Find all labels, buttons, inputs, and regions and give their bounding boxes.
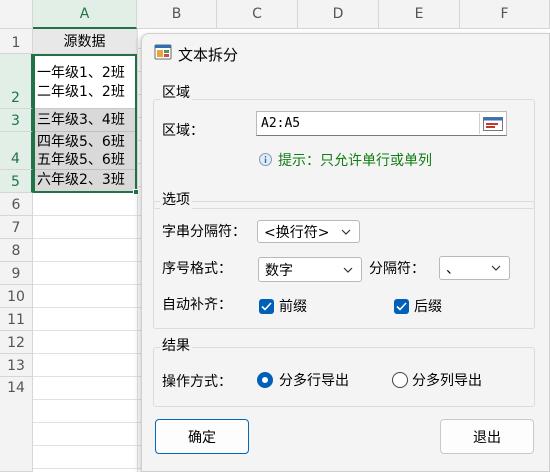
- number-format-select-value: 数字: [265, 262, 293, 279]
- delimiter-select[interactable]: 、: [439, 256, 510, 280]
- cell-a2-line-1: 一年级1、2班: [37, 65, 125, 81]
- separator-select-value: <换行符>: [264, 224, 330, 241]
- cell-a2-text: 一年级1、2班 二年级1、2班: [37, 64, 125, 102]
- app-icon: [154, 43, 172, 65]
- info-icon: [259, 151, 272, 170]
- cell-a1[interactable]: 源数据: [33, 29, 137, 54]
- cell-a4[interactable]: 四年级5、6班 五年级5、6班: [35, 132, 135, 170]
- operation-label: 操作方式：: [162, 374, 232, 390]
- region-label: 区域：: [162, 123, 204, 139]
- fill-handle[interactable]: [133, 189, 139, 195]
- select-all-corner[interactable]: [0, 0, 33, 29]
- chevron-down-icon: [489, 261, 503, 275]
- row-header-4[interactable]: 4: [0, 132, 33, 170]
- cell-a2[interactable]: 一年级1、2班 二年级1、2班: [35, 56, 135, 109]
- result-group-label: 结果: [160, 335, 192, 355]
- grid-line-col-b: [137, 29, 138, 472]
- number-format-select[interactable]: 数字: [258, 257, 362, 282]
- separator-label: 字串分隔符：: [162, 224, 246, 240]
- row-header-14[interactable]: 14: [0, 377, 33, 472]
- number-format-label: 序号格式：: [162, 261, 232, 277]
- prefix-label[interactable]: 前缀: [279, 296, 307, 316]
- row-header-5[interactable]: 5: [0, 170, 33, 193]
- radio-cols-label[interactable]: 分多列导出: [412, 370, 482, 390]
- row-header-1[interactable]: 1: [0, 29, 33, 54]
- chevron-down-icon: [339, 225, 353, 239]
- text-split-dialog: 文本拆分 区域 区域： A2:A5 提示：只允许单行或单列 选项 字串分隔符： …: [141, 33, 550, 472]
- cell-a2-line-2: 二年级1、2班: [37, 84, 125, 100]
- row-header-12[interactable]: 12: [0, 331, 33, 354]
- row-header-11[interactable]: 11: [0, 308, 33, 331]
- checkmark-icon: [396, 302, 407, 311]
- range-select-icon: [482, 116, 503, 131]
- cell-a4-line-1: 四年级5、6班: [37, 134, 125, 150]
- row-header-6[interactable]: 6: [0, 193, 33, 216]
- row-header-10[interactable]: 10: [0, 285, 33, 308]
- column-header-b[interactable]: B: [137, 0, 217, 29]
- region-input[interactable]: A2:A5: [256, 111, 507, 136]
- column-header-d[interactable]: D: [298, 0, 379, 29]
- row-header-9[interactable]: 9: [0, 262, 33, 285]
- cell-a4-line-2: 五年级5、6班: [37, 152, 125, 168]
- row-header-3[interactable]: 3: [0, 109, 33, 132]
- column-header-e[interactable]: E: [379, 0, 460, 29]
- separator-select[interactable]: <换行符>: [257, 220, 360, 243]
- auto-fill-label: 自动补齐：: [162, 297, 232, 313]
- ok-button[interactable]: 确定: [155, 419, 249, 454]
- radio-rows[interactable]: [257, 372, 273, 388]
- tip-text: 提示：只允许单行或单列: [278, 153, 432, 169]
- column-header-f[interactable]: F: [460, 0, 550, 29]
- cell-a5[interactable]: 六年级2、3班: [35, 170, 135, 191]
- column-header-c[interactable]: C: [217, 0, 298, 29]
- column-header-a[interactable]: A: [33, 0, 137, 29]
- dialog-title-bar[interactable]: 文本拆分: [154, 43, 238, 65]
- checkmark-icon: [261, 302, 272, 311]
- selection-range: 一年级1、2班 二年级1、2班 三年级3、4班 四年级5、6班 五年级5、6班 …: [33, 54, 139, 195]
- prefix-checkbox[interactable]: [259, 299, 274, 314]
- radio-cols[interactable]: [392, 372, 408, 388]
- exit-button[interactable]: 退出: [440, 419, 534, 454]
- options-group-label: 选项: [160, 189, 192, 209]
- delimiter-select-value: 、: [446, 261, 460, 277]
- row-header-7[interactable]: 7: [0, 216, 33, 239]
- row-header-8[interactable]: 8: [0, 239, 33, 262]
- row-header-13[interactable]: 13: [0, 354, 33, 377]
- cell-a3[interactable]: 三年级3、4班: [35, 109, 135, 132]
- region-group-label: 区域: [160, 82, 192, 102]
- radio-rows-label[interactable]: 分多行导出: [279, 370, 349, 390]
- delimiter-label: 分隔符：: [369, 261, 425, 277]
- range-picker-button[interactable]: [479, 113, 505, 134]
- suffix-checkbox[interactable]: [394, 299, 409, 314]
- dialog-title: 文本拆分: [178, 45, 239, 64]
- tip-row: 提示：只允许单行或单列: [259, 150, 432, 170]
- chevron-down-icon: [341, 263, 355, 277]
- row-header-2[interactable]: 2: [0, 54, 33, 109]
- suffix-label[interactable]: 后缀: [414, 296, 442, 316]
